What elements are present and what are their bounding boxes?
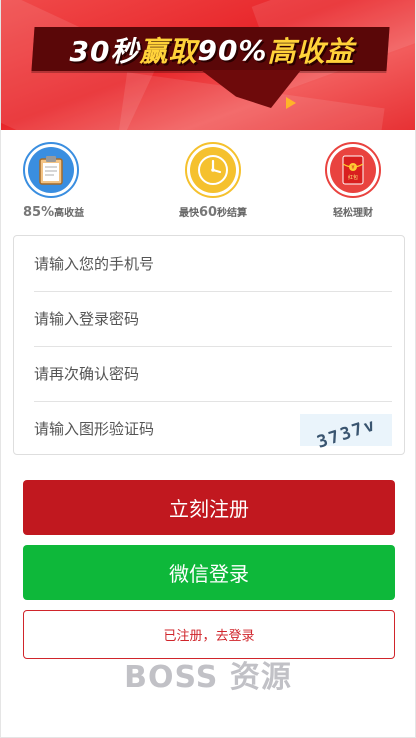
arrow-icon (286, 97, 296, 109)
captcha-input[interactable] (34, 420, 264, 438)
banner-title-part: 90% (197, 33, 268, 67)
watermark: BOSS 资源 (124, 660, 292, 695)
feature-easy-finance: ¥ 红包 轻松理财 (313, 142, 393, 222)
phone-row (34, 236, 392, 291)
feature-row: 85%高收益 最快60秒结算 ¥ 红包 轻松理财 (1, 130, 415, 222)
register-page: 30秒 赢取 90% 高收益 85%高收益 最快60秒结算 ¥ 红包 轻松理财 … (0, 0, 416, 738)
clipboard-icon (23, 142, 79, 198)
captcha-row: 3737v (34, 401, 392, 456)
confirm-password-input[interactable] (34, 365, 274, 383)
phone-input[interactable] (34, 254, 274, 273)
wechat-login-button[interactable]: 微信登录 (23, 545, 395, 600)
red-envelope-icon: ¥ 红包 (325, 142, 381, 198)
register-button[interactable]: 立刻注册 (23, 480, 395, 535)
banner-title-part: 赢取 (139, 35, 198, 68)
confirm-password-row (34, 346, 392, 401)
envelope-text: 红包 (348, 174, 358, 181)
banner-title-part: 高收益 (267, 35, 355, 68)
banner-title-part: 30秒 (69, 35, 140, 68)
feature-label: 轻松理财 (333, 208, 373, 219)
captcha-text: 3737v (315, 414, 380, 453)
feature-label: 最快60秒结算 (178, 205, 248, 220)
password-input[interactable] (34, 310, 274, 328)
feature-label: 85%高收益 (23, 205, 85, 220)
clock-icon (185, 142, 241, 198)
register-form: 3737v (13, 235, 405, 455)
feature-high-yield: 85%高收益 (23, 142, 113, 222)
feature-fast-settle: 最快60秒结算 (158, 142, 268, 222)
svg-text:¥: ¥ (351, 165, 354, 171)
password-row (34, 291, 392, 346)
captcha-image[interactable]: 3737v (300, 414, 392, 453)
promo-banner: 30秒 赢取 90% 高收益 (1, 0, 415, 130)
banner-title: 30秒 赢取 90% 高收益 (37, 30, 387, 70)
